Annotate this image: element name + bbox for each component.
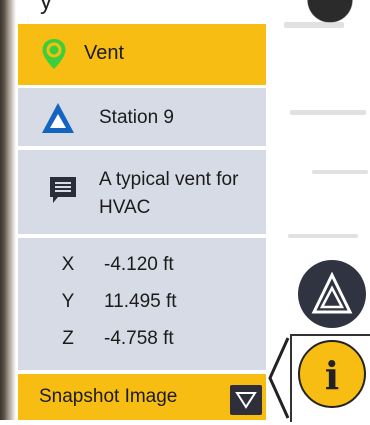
comment-icon [50, 177, 76, 203]
station-triangle-icon [42, 103, 74, 133]
coord-axis-label: Z [62, 328, 74, 349]
snapshot-label: Snapshot Image [39, 386, 178, 407]
delta-logo-icon [311, 272, 353, 314]
station-row[interactable]: Station 9 [18, 88, 266, 146]
map-pin-icon [42, 39, 66, 69]
coord-row-x: X -4.120 ft [18, 254, 266, 284]
coord-axis-label: X [61, 254, 75, 275]
app-logo-button[interactable] [298, 260, 366, 328]
info-icon: i [324, 353, 340, 398]
coord-value: -4.758 ft [104, 328, 174, 349]
snapshot-toggle-button[interactable] [230, 385, 262, 415]
coord-value: -4.120 ft [104, 254, 174, 275]
snapshot-image-row[interactable]: Snapshot Image [18, 374, 266, 420]
point-title: Vent [84, 42, 125, 64]
panel-top-strip: y [18, 0, 266, 24]
description-row[interactable]: A typical vent for HVAC [18, 150, 266, 234]
triangle-down-icon [235, 392, 257, 409]
point-description: A typical vent for HVAC [99, 169, 239, 218]
header-glyph: y [40, 0, 52, 15]
point-details-panel: Vent Station 9 A typical vent for HVAC X… [18, 24, 266, 420]
collapse-panel-button[interactable] [266, 336, 290, 420]
station-name: Station 9 [99, 107, 174, 128]
chevron-left-icon [268, 337, 290, 419]
coord-row-z: Z -4.758 ft [18, 328, 266, 358]
point-title-row[interactable]: Vent [18, 24, 266, 85]
info-button[interactable]: i [298, 340, 366, 408]
coord-row-y: Y 11.495 ft [18, 291, 266, 321]
coord-value: 11.495 ft [104, 291, 177, 312]
coord-axis-label: Y [61, 291, 75, 312]
coordinates-block: X -4.120 ft Y 11.495 ft Z -4.758 ft [18, 238, 266, 370]
